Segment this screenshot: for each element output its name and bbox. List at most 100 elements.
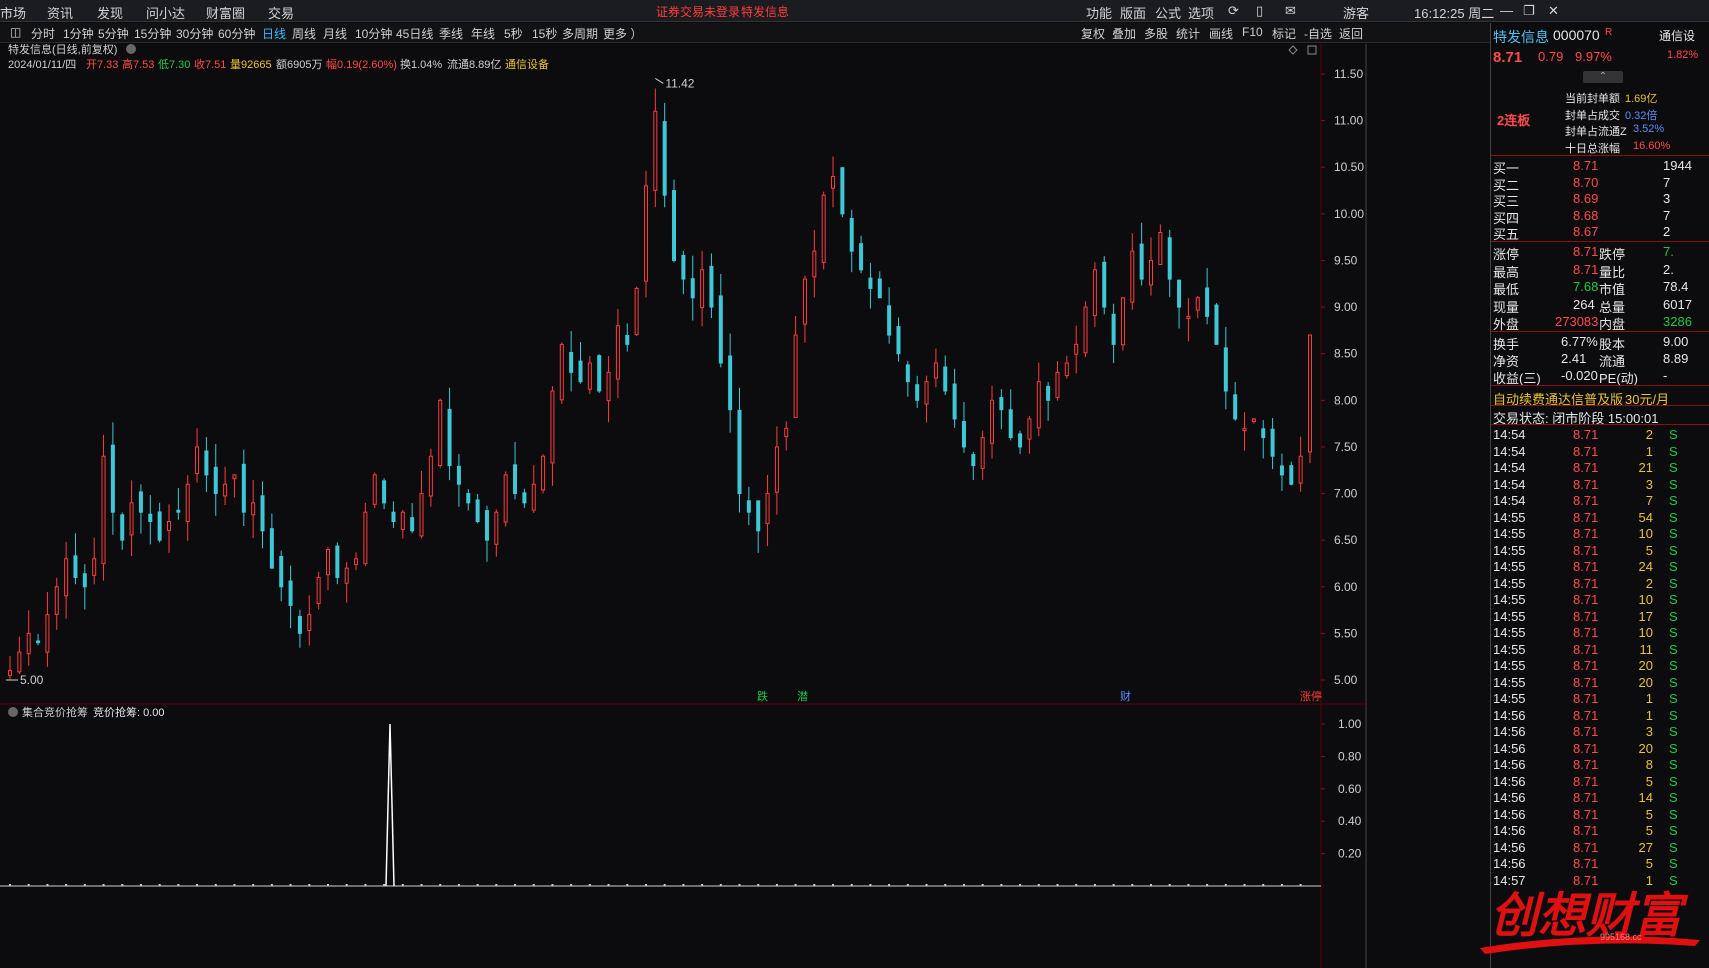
kline-chart[interactable]: 特发信息(日线,前复权) 2024/01/11/四 开7.33 高7.53 低7.30 收… — [0, 44, 1440, 968]
tool-button[interactable]: 返回 — [1339, 25, 1363, 42]
price-tick-label: 6.00 — [1334, 580, 1358, 594]
price-change: 0.79 — [1538, 49, 1564, 64]
tool-button[interactable]: 画线 — [1209, 25, 1233, 42]
candle-body — [1074, 343, 1079, 355]
mail-icon[interactable]: ✉ — [1285, 3, 1296, 19]
stock-link[interactable]: 特发信息 — [741, 3, 789, 20]
phone-icon[interactable]: ▯ — [1256, 3, 1263, 19]
menu-item-right[interactable]: 选项 — [1188, 3, 1214, 22]
candle-body — [1046, 385, 1051, 401]
user-label[interactable]: 游客 — [1343, 3, 1369, 22]
drag-pane-icon[interactable] — [1288, 45, 1298, 55]
login-notice[interactable]: 证券交易未登录 — [656, 3, 740, 20]
period-tab[interactable]: 周线 — [292, 25, 316, 42]
refresh-icon[interactable]: ⟳ — [1228, 3, 1239, 19]
period-tab[interactable]: 分时 — [31, 25, 55, 42]
period-tab[interactable]: 10分钟 — [355, 25, 392, 42]
tool-button[interactable]: -自选 — [1304, 25, 1332, 42]
candle — [531, 465, 536, 513]
period-tab[interactable]: 年线 — [471, 25, 495, 42]
candle-body — [559, 343, 564, 401]
menu-item-right[interactable]: 公式 — [1155, 3, 1181, 22]
menu-item[interactable]: 财富圈 — [206, 3, 245, 22]
candle — [1036, 362, 1041, 437]
auction-spike — [385, 723, 395, 887]
stat-row: 涨停 8.71 跌停 7. — [1491, 243, 1709, 262]
menu-item-right[interactable]: 功能 — [1086, 3, 1112, 22]
period-tab[interactable]: 多周期 — [562, 25, 598, 42]
period-tab[interactable]: 更多 ） — [603, 25, 642, 42]
menu-item[interactable]: 市场 — [0, 3, 26, 22]
period-tab[interactable]: 日线 — [262, 25, 286, 42]
period-tab[interactable]: 15分钟 — [134, 25, 171, 42]
seal-stat-label: 当前封单额 — [1565, 93, 1620, 105]
tool-button[interactable]: 叠加 — [1112, 25, 1136, 42]
candle-body — [1233, 394, 1238, 420]
indicator-bar — [719, 884, 722, 886]
indicator-settings-icon[interactable] — [8, 707, 18, 717]
tool-button[interactable]: 多股 — [1144, 25, 1168, 42]
candle — [185, 475, 190, 541]
period-tab[interactable]: 5分钟 — [98, 25, 129, 42]
tick-row: 14:56 8.71 5 S — [1491, 806, 1709, 824]
tool-button[interactable]: F10 — [1242, 25, 1263, 39]
candle — [943, 355, 948, 395]
tool-button[interactable]: 标记 — [1272, 25, 1296, 42]
period-tab[interactable]: 30分钟 — [176, 25, 213, 42]
close-icon[interactable]: ✕ — [1548, 3, 1559, 19]
period-tab[interactable]: 月线 — [323, 25, 347, 42]
candle — [896, 317, 901, 362]
candle — [1214, 303, 1219, 345]
stock-code: 000070 — [1553, 27, 1600, 43]
stat2-value-2: - — [1663, 368, 1668, 383]
tick-side: S — [1669, 608, 1678, 624]
period-tab[interactable]: 季线 — [439, 25, 463, 42]
period-tab[interactable]: 5秒 — [504, 25, 523, 42]
tick-price: 8.71 — [1573, 526, 1599, 541]
menu-item[interactable]: 资讯 — [47, 3, 73, 22]
tool-button[interactable]: 统计 — [1176, 25, 1200, 42]
menu-item[interactable]: 交易 — [268, 3, 294, 22]
candle-body — [924, 381, 929, 405]
indicator-bar — [1150, 884, 1153, 886]
settings-icon[interactable] — [126, 44, 136, 54]
menu-item[interactable]: 问小达 — [146, 3, 185, 22]
period-tab[interactable]: 15秒 — [532, 25, 557, 42]
tick-side: S — [1669, 691, 1678, 706]
candle-body — [1251, 418, 1256, 423]
period-tab[interactable]: 60分钟 — [218, 25, 255, 42]
candle-body — [279, 556, 284, 588]
bid-price: 8.69 — [1573, 191, 1599, 207]
candle-body — [101, 455, 106, 565]
indicator-bar — [1299, 884, 1302, 886]
period-tab[interactable]: 45日线 — [396, 25, 433, 42]
indicator-bar — [233, 884, 236, 886]
stat-value-2: 6017 — [1663, 296, 1692, 312]
restore-icon[interactable]: ❐ — [1523, 3, 1535, 19]
candle — [466, 489, 471, 511]
period-tab[interactable]: 1分钟 — [63, 25, 94, 42]
candle — [1223, 326, 1228, 410]
candle — [765, 474, 770, 547]
indicator-bar — [289, 884, 292, 886]
tick-time: 14:56 — [1493, 740, 1526, 756]
tick-price: 8.71 — [1573, 608, 1599, 624]
candle-body — [905, 364, 910, 383]
collapse-chevron-icon[interactable]: ⌃ — [1583, 71, 1623, 83]
tool-button[interactable]: 复权 — [1081, 25, 1105, 42]
indicator-bar — [214, 884, 217, 886]
minimize-icon[interactable]: — — [1500, 3, 1513, 18]
tick-side: S — [1669, 509, 1678, 525]
candle — [1177, 279, 1182, 329]
candle-body — [120, 514, 125, 541]
menu-item[interactable]: 发现 — [97, 3, 123, 22]
candle-body — [1102, 261, 1107, 308]
seal-stat-value: 0.32倍 — [1625, 109, 1658, 122]
maximize-pane-icon[interactable] — [1307, 45, 1317, 55]
sidebar-toggle-icon[interactable]: ◫ — [10, 25, 21, 39]
tick-time: 14:56 — [1493, 823, 1526, 838]
candle-body — [400, 511, 405, 530]
menu-item-right[interactable]: 版面 — [1120, 3, 1146, 22]
tick-price: 8.71 — [1573, 493, 1599, 508]
bid-level-row: 买四 8.68 7 — [1491, 207, 1709, 226]
